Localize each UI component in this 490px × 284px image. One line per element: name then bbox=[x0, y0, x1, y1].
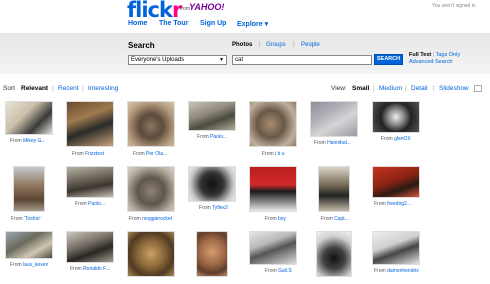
caption-owner[interactable]: moggierocket bbox=[142, 216, 172, 222]
caption-from: From bbox=[129, 216, 143, 222]
photo-grid: From Mikey G... From Frizztext From Per … bbox=[0, 0, 490, 284]
caption-from: From bbox=[11, 216, 25, 222]
photo-thumbnail[interactable] bbox=[66, 231, 114, 263]
photo-thumbnail[interactable] bbox=[127, 101, 175, 147]
photo-thumbnail[interactable] bbox=[316, 231, 352, 277]
caption-from: From bbox=[133, 151, 147, 157]
photo-caption: From Paolo... bbox=[197, 134, 227, 140]
photo-thumbnail[interactable] bbox=[188, 166, 236, 202]
photo-thumbnail[interactable] bbox=[66, 166, 114, 198]
caption-owner[interactable]: freedog2... bbox=[387, 201, 411, 207]
caption-from: From bbox=[75, 201, 89, 207]
caption-from: From bbox=[197, 134, 211, 140]
caption-from: From bbox=[321, 216, 335, 222]
flickr-search-page: flickr from YAHOO! You aren't signed in … bbox=[0, 0, 490, 284]
caption-owner[interactable]: bsy bbox=[278, 216, 286, 222]
photo-thumbnail[interactable] bbox=[372, 231, 420, 265]
caption-from: From bbox=[374, 268, 388, 274]
photo-thumbnail[interactable] bbox=[5, 101, 53, 135]
photo-caption: From freedog2... bbox=[374, 201, 411, 207]
photo-caption: From Paolo... bbox=[75, 201, 105, 207]
photo-thumbnail[interactable] bbox=[127, 231, 175, 277]
photo-caption: From Hannibal... bbox=[314, 140, 351, 146]
caption-from: From bbox=[265, 216, 279, 222]
caption-from: From bbox=[72, 151, 86, 157]
caption-owner[interactable]: Mikey G... bbox=[23, 138, 46, 144]
photo-caption: From lauv_keven bbox=[10, 262, 48, 268]
photo-thumbnail[interactable] bbox=[13, 166, 45, 212]
caption-from: From bbox=[265, 268, 279, 274]
photo-caption: From glenOX bbox=[381, 136, 411, 142]
photo-thumbnail[interactable] bbox=[5, 231, 53, 259]
caption-owner[interactable]: glenOX bbox=[394, 136, 411, 142]
photo-thumbnail[interactable] bbox=[249, 231, 297, 265]
caption-owner[interactable]: Per Ola... bbox=[146, 151, 167, 157]
photo-thumbnail[interactable] bbox=[188, 101, 236, 131]
photo-thumbnail[interactable] bbox=[372, 166, 420, 198]
photo-thumbnail[interactable] bbox=[249, 166, 297, 212]
photo-thumbnail[interactable] bbox=[196, 231, 228, 277]
caption-owner[interactable]: i b u bbox=[275, 151, 284, 157]
caption-owner[interactable]: Frizztext bbox=[85, 151, 104, 157]
photo-caption: From Mikey G... bbox=[10, 138, 46, 144]
photo-thumbnail[interactable] bbox=[318, 166, 350, 212]
photo-caption: From 'Toshio' bbox=[11, 216, 40, 222]
photo-caption: From bsy bbox=[265, 216, 286, 222]
caption-owner[interactable]: Gail.S bbox=[278, 268, 292, 274]
photo-caption: From i b u bbox=[262, 151, 285, 157]
caption-owner[interactable]: Tyflex2 bbox=[212, 205, 228, 211]
caption-from: From bbox=[374, 201, 388, 207]
caption-from: From bbox=[381, 136, 395, 142]
caption-owner[interactable]: damonhendrix bbox=[387, 268, 419, 274]
caption-from: From bbox=[314, 140, 328, 146]
photo-caption: From damonhendrix bbox=[374, 268, 419, 274]
photo-thumbnail[interactable] bbox=[249, 101, 297, 147]
caption-from: From bbox=[10, 262, 24, 268]
caption-from: From bbox=[262, 151, 276, 157]
photo-thumbnail[interactable] bbox=[127, 166, 175, 212]
caption-from: From bbox=[199, 205, 212, 211]
photo-thumbnail[interactable] bbox=[372, 101, 420, 133]
photo-caption: From moggierocket bbox=[129, 216, 172, 222]
caption-owner[interactable]: 'Toshio' bbox=[24, 216, 40, 222]
photo-thumbnail[interactable] bbox=[66, 101, 114, 147]
photo-caption: From Tyflex2 bbox=[199, 205, 228, 211]
caption-owner[interactable]: lauv_keven bbox=[23, 262, 48, 268]
photo-caption: From Ronaldo F... bbox=[70, 266, 110, 272]
photo-thumbnail[interactable] bbox=[310, 101, 358, 137]
photo-caption: From Per Ola... bbox=[133, 151, 167, 157]
caption-owner[interactable]: Hannibal... bbox=[327, 140, 351, 146]
caption-owner[interactable]: Ronaldo F... bbox=[83, 266, 110, 272]
photo-caption: From Gail.S bbox=[265, 268, 292, 274]
caption-owner[interactable]: Paolo... bbox=[88, 201, 105, 207]
caption-owner[interactable]: Capt... bbox=[334, 216, 349, 222]
caption-from: From bbox=[70, 266, 84, 272]
caption-owner[interactable]: Paolo... bbox=[210, 134, 227, 140]
caption-from: From bbox=[10, 138, 24, 144]
photo-caption: From Frizztext bbox=[72, 151, 104, 157]
photo-caption: From Capt... bbox=[321, 216, 349, 222]
